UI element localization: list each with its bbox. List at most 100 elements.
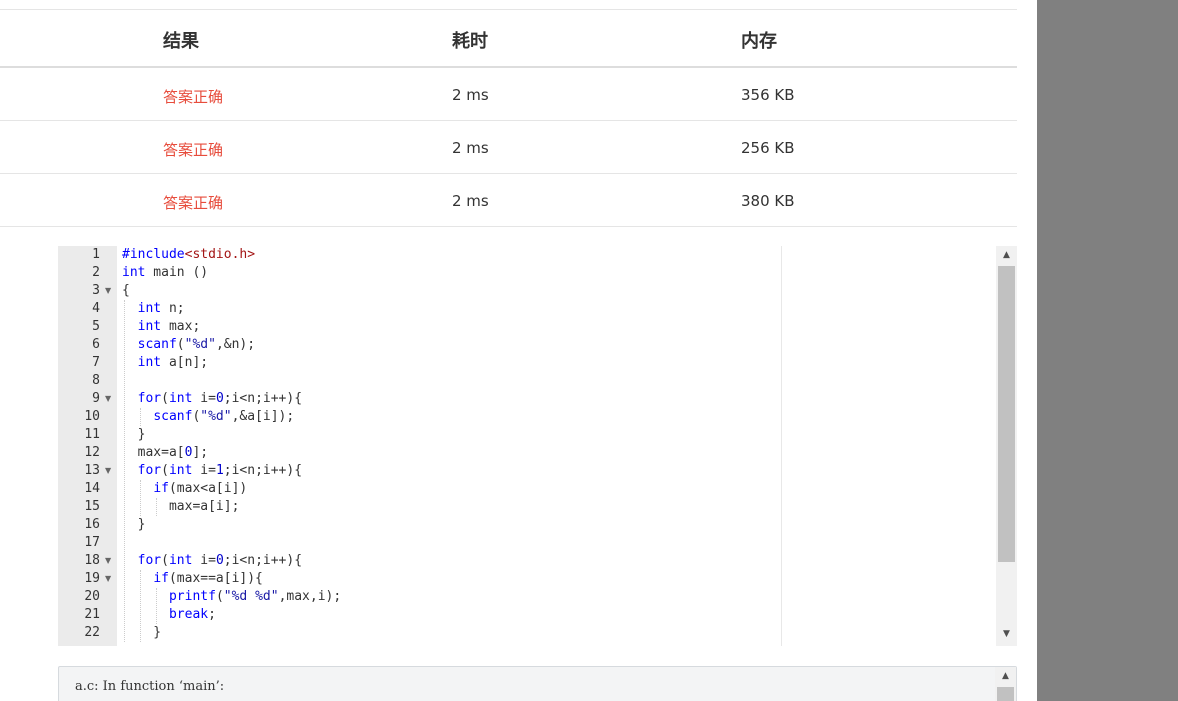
line-number: 18	[84, 553, 100, 568]
result-memory: 356 KB	[741, 86, 795, 104]
code-token: ,&a[i]);	[231, 409, 295, 424]
indent-guide	[140, 480, 141, 516]
result-memory: 256 KB	[741, 139, 795, 157]
result-time: 2 ms	[452, 139, 489, 157]
code-line: scanf("%d",&a[i]);	[122, 408, 294, 426]
code-token: 0	[215, 391, 224, 406]
editor-scrollbar[interactable]: ▲ ▼	[996, 246, 1017, 646]
code-line: int a[n];	[122, 354, 208, 372]
code-token: 0	[215, 553, 224, 568]
code-token: int	[122, 265, 146, 280]
code-token: ];	[192, 445, 209, 460]
code-token: "%d %d"	[223, 589, 279, 604]
table-header: 结果 耗时 内存	[0, 10, 1017, 68]
code-token: int	[168, 463, 193, 478]
code-token: a[n];	[161, 355, 209, 370]
code-token: int	[168, 391, 193, 406]
code-token: for	[137, 463, 162, 478]
code-line: int n;	[122, 300, 185, 318]
code-line: for(int i=0;i<n;i++){	[122, 390, 302, 408]
result-time: 2 ms	[452, 192, 489, 210]
code-token: int	[137, 319, 162, 334]
side-overlay-panel	[1037, 0, 1178, 701]
code-token: for	[137, 391, 162, 406]
line-number: 8	[92, 373, 100, 388]
code-area[interactable]: #include<stdio.h> int main (){ int n; int…	[122, 246, 772, 646]
line-number-gutter: 1 2 3 ▼ 4 5 6 7 8 9 ▼ 10 11 12 13 ▼ 14 15 16 17 18 ▼ 19 ▼ 20 21 22	[58, 246, 117, 646]
code-token: if	[153, 571, 169, 586]
code-line: }	[122, 516, 146, 534]
scroll-down-icon[interactable]: ▼	[996, 629, 1017, 639]
scroll-up-icon[interactable]: ▲	[996, 250, 1017, 260]
code-token: ,&n);	[215, 337, 256, 352]
code-line: int max;	[122, 318, 201, 336]
code-token: for	[137, 553, 162, 568]
indent-guide	[124, 300, 125, 642]
code-token: ;	[208, 607, 216, 622]
fold-toggle-icon[interactable]: ▼	[105, 282, 111, 300]
line-number: 9	[92, 391, 100, 406]
line-number: 1	[92, 247, 100, 262]
compile-output-scrollbar[interactable]: ▲	[995, 667, 1016, 701]
code-token: ,max,i);	[278, 589, 342, 604]
fold-toggle-icon[interactable]: ▼	[105, 462, 111, 480]
code-token: int	[137, 355, 162, 370]
code-token: int	[137, 301, 162, 316]
header-result: 结果	[163, 31, 199, 52]
code-token: }	[122, 427, 146, 442]
fold-toggle-icon[interactable]: ▼	[105, 390, 111, 408]
result-status: 答案正确	[163, 194, 224, 212]
code-token: max;	[161, 319, 201, 334]
header-memory: 内存	[741, 31, 777, 52]
code-editor[interactable]: 1 2 3 ▼ 4 5 6 7 8 9 ▼ 10 11 12 13 ▼ 14 15 16 17 18 ▼ 19 ▼ 20 21 22…	[58, 246, 1017, 646]
line-number: 5	[92, 319, 100, 334]
indent-guide	[156, 498, 157, 516]
scrollbar-thumb[interactable]	[997, 687, 1014, 701]
indent-guide	[156, 588, 157, 624]
scroll-up-icon[interactable]: ▲	[995, 671, 1016, 681]
code-token: (max<a[i])	[168, 481, 248, 496]
table-row: 答案正确 2 ms 356 KB	[0, 68, 1017, 121]
code-token: <stdio.h>	[184, 247, 256, 262]
code-token: (max==a[i]){	[168, 571, 263, 586]
line-number: 16	[84, 517, 100, 532]
line-number: 2	[92, 265, 100, 280]
code-token: max=a[	[122, 445, 185, 460]
line-number: 3	[92, 283, 100, 298]
code-token: }	[122, 625, 162, 640]
code-line: }	[122, 426, 146, 444]
code-line: break;	[122, 606, 216, 624]
table-row: 答案正确 2 ms 256 KB	[0, 121, 1017, 174]
line-number: 7	[92, 355, 100, 370]
compile-message: a.c: In function ‘main’:	[75, 679, 225, 694]
indent-guide	[140, 408, 141, 426]
code-token: {	[122, 283, 130, 298]
code-line: for(int i=1;i<n;i++){	[122, 462, 302, 480]
code-token: }	[122, 517, 146, 532]
main-content: 结果 耗时 内存 答案正确 2 ms 356 KB 答案正确 2 ms 256 …	[0, 0, 1037, 701]
line-number: 17	[84, 535, 100, 550]
line-number: 21	[84, 607, 100, 622]
line-number: 15	[84, 499, 100, 514]
code-token: (	[161, 391, 169, 406]
fold-toggle-icon[interactable]: ▼	[105, 552, 111, 570]
result-status: 答案正确	[163, 88, 224, 106]
code-token: scanf	[137, 337, 177, 352]
line-number: 20	[84, 589, 100, 604]
code-line: if(max==a[i]){	[122, 570, 263, 588]
line-number: 12	[84, 445, 100, 460]
line-number: 11	[84, 427, 100, 442]
code-token: n;	[161, 301, 185, 316]
scrollbar-thumb[interactable]	[998, 266, 1015, 562]
code-token: ;i<n;i++){	[223, 391, 303, 406]
line-number: 4	[92, 301, 100, 316]
compile-output-panel: a.c: In function ‘main’: ▲	[58, 666, 1017, 701]
code-line: scanf("%d",&n);	[122, 336, 255, 354]
code-token: printf	[168, 589, 216, 604]
code-token: i=	[192, 463, 216, 478]
fold-toggle-icon[interactable]: ▼	[105, 570, 111, 588]
table-row: 答案正确 2 ms 380 KB	[0, 174, 1017, 227]
result-status: 答案正确	[163, 141, 224, 159]
